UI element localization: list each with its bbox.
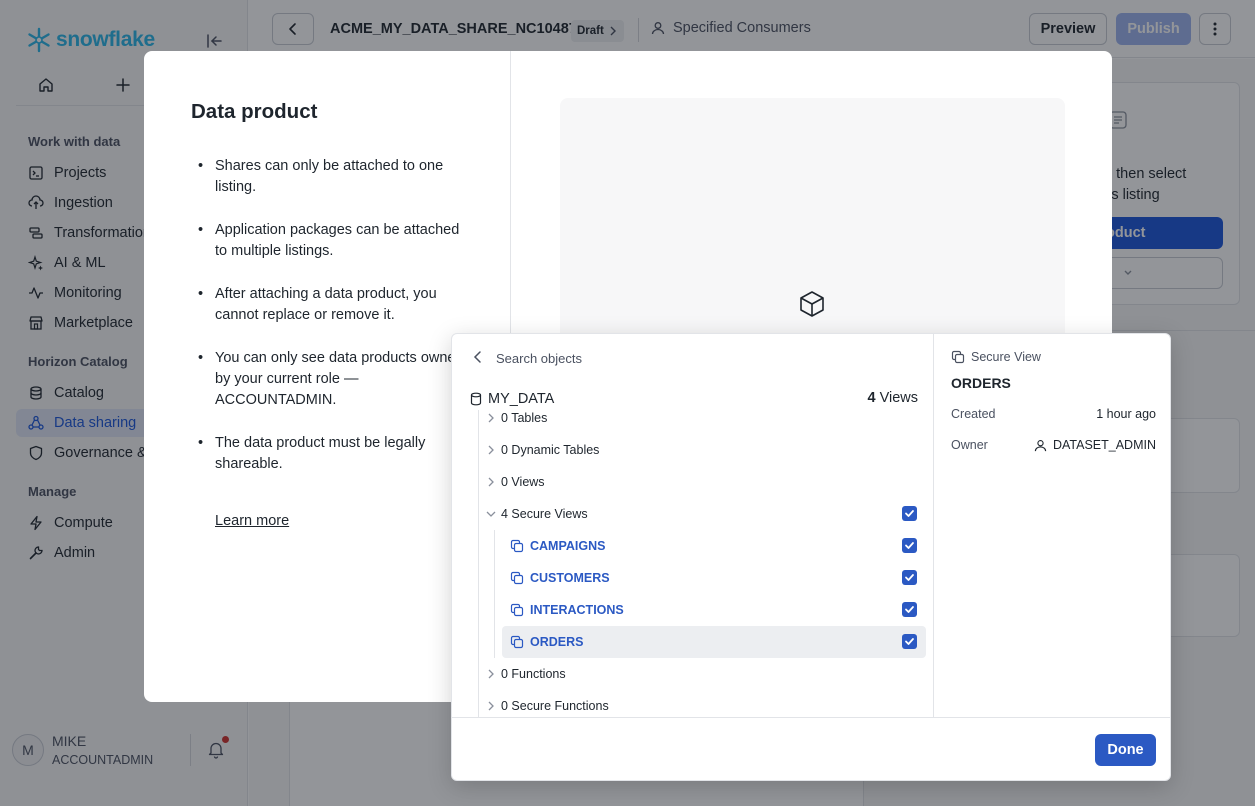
selected-count: 4 Views xyxy=(868,390,919,406)
modal-title: Data product xyxy=(191,100,318,123)
object-name: ORDERS xyxy=(530,635,584,649)
database-icon xyxy=(470,392,482,406)
customers-checkbox[interactable] xyxy=(902,570,917,585)
created-value: 1 hour ago xyxy=(1096,407,1156,421)
created-label: Created xyxy=(951,407,996,421)
learn-more-link[interactable]: Learn more xyxy=(215,513,289,529)
chevron-down-icon xyxy=(486,511,496,517)
secure-view-icon xyxy=(510,539,524,553)
object-name: INTERACTIONS xyxy=(530,603,624,617)
orders-checkbox[interactable] xyxy=(902,634,917,649)
person-icon xyxy=(1034,439,1047,451)
tree-group-label: 0 Tables xyxy=(501,411,548,425)
chevron-right-icon xyxy=(488,413,494,423)
interactions-checkbox[interactable] xyxy=(902,602,917,617)
object-name: CUSTOMERS xyxy=(530,571,610,585)
chevron-right-icon xyxy=(488,445,494,455)
tree-group-label: 0 Views xyxy=(501,475,545,489)
tree-group-functions[interactable]: 0 Functions xyxy=(486,658,566,690)
tree-group-secure-functions[interactable]: 0 Secure Functions xyxy=(486,690,609,717)
object-picker: MY_DATA 4Views 0 Tables 0 Dynamic Tables… xyxy=(451,333,1171,781)
secure-views-checkbox[interactable] xyxy=(902,506,917,521)
tree-guide xyxy=(494,530,495,658)
secure-view-icon xyxy=(510,571,524,585)
tree-group-label: 0 Secure Functions xyxy=(501,699,609,713)
tree-group-label: 0 Functions xyxy=(501,667,566,681)
rule-item: After attaching a data product, you cann… xyxy=(191,284,471,326)
detail-type: Secure View xyxy=(951,350,1041,364)
secure-view-icon xyxy=(951,350,965,364)
rules-list: Shares can only be attached to one listi… xyxy=(191,156,471,497)
owner-value: DATASET_ADMIN xyxy=(1034,438,1156,452)
check-icon xyxy=(905,574,914,581)
check-icon xyxy=(905,638,914,645)
tree-group-dynamic-tables[interactable]: 0 Dynamic Tables xyxy=(486,434,599,466)
owner-value-text: DATASET_ADMIN xyxy=(1052,438,1156,452)
tree-group-label: 4 Secure Views xyxy=(501,507,588,521)
done-button[interactable]: Done xyxy=(1095,734,1156,766)
tree-group-views[interactable]: 0 Views xyxy=(486,466,545,498)
secure-view-icon xyxy=(510,603,524,617)
detail-object-name: ORDERS xyxy=(951,375,1011,391)
rule-item: You can only see data products owned by … xyxy=(191,348,471,411)
object-name: CAMPAIGNS xyxy=(530,539,606,553)
campaigns-checkbox[interactable] xyxy=(902,538,917,553)
rule-item: The data product must be legally shareab… xyxy=(191,433,471,475)
check-icon xyxy=(905,510,914,517)
chevron-right-icon xyxy=(488,669,494,679)
object-row-campaigns[interactable]: CAMPAIGNS xyxy=(502,530,926,562)
owner-label: Owner xyxy=(951,438,988,452)
rule-item: Application packages can be attached to … xyxy=(191,220,471,262)
check-icon xyxy=(905,606,914,613)
back-icon[interactable] xyxy=(472,350,484,364)
selected-count-number: 4 xyxy=(867,390,876,406)
tree-group-tables[interactable]: 0 Tables xyxy=(486,402,547,434)
secure-view-icon xyxy=(510,635,524,649)
object-row-orders[interactable]: ORDERS xyxy=(502,626,926,658)
detail-type-label: Secure View xyxy=(971,350,1041,364)
object-row-interactions[interactable]: INTERACTIONS xyxy=(502,594,926,626)
check-icon xyxy=(905,542,914,549)
search-input[interactable] xyxy=(496,346,916,370)
tree-group-label: 0 Dynamic Tables xyxy=(501,443,600,457)
tree-group-secure-views[interactable]: 4 Secure Views xyxy=(486,498,588,530)
chevron-right-icon xyxy=(488,477,494,487)
created-value-text: 1 hour ago xyxy=(1096,407,1156,421)
selected-count-unit: Views xyxy=(879,390,918,406)
cube-icon xyxy=(797,289,827,319)
tree-guide xyxy=(478,410,479,717)
object-tree-panel: MY_DATA 4Views 0 Tables 0 Dynamic Tables… xyxy=(452,334,934,717)
picker-footer: Done xyxy=(452,717,1170,780)
chevron-right-icon xyxy=(488,701,494,711)
rule-item: Shares can only be attached to one listi… xyxy=(191,156,471,198)
object-details-panel: Secure View ORDERS Created 1 hour ago Ow… xyxy=(935,334,1170,717)
object-row-customers[interactable]: CUSTOMERS xyxy=(502,562,926,594)
